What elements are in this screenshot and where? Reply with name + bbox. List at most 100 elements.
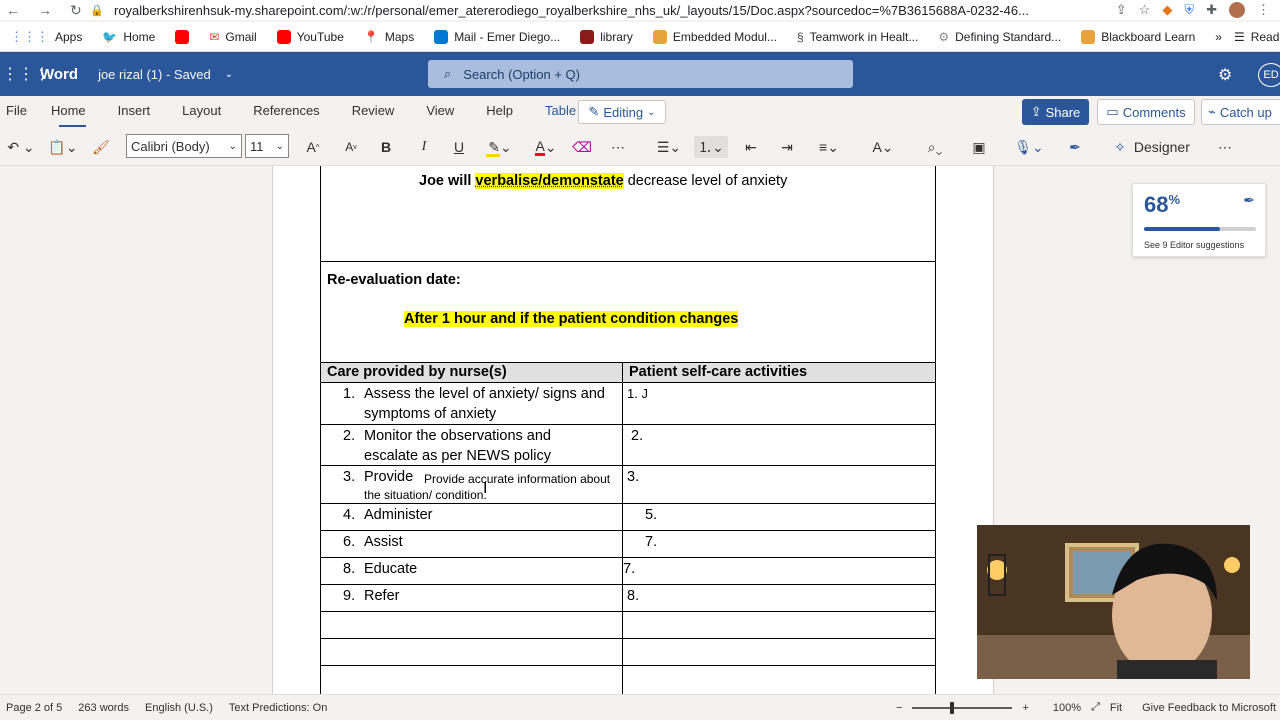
profile-icon[interactable] xyxy=(1229,2,1245,18)
undo-icon[interactable]: ↶ ⌄ xyxy=(4,136,38,158)
bookmark-apps[interactable]: ⋮⋮⋮ Apps xyxy=(0,29,92,45)
fit-button[interactable]: Fit xyxy=(1110,702,1122,714)
table-row[interactable]: 1. Assess the level of anxiety/ signs an… xyxy=(320,383,936,425)
format-painter-icon[interactable]: 🖌 xyxy=(90,136,112,158)
language[interactable]: English (U.S.) xyxy=(139,702,223,714)
zoom-out-icon[interactable]: − xyxy=(896,702,902,714)
feedback-link[interactable]: Give Feedback to Microsoft xyxy=(1142,702,1276,714)
table-row-empty[interactable] xyxy=(320,639,936,666)
editor-score-card[interactable]: 68% ✒ See 9 Editor suggestions xyxy=(1132,183,1266,257)
word-count[interactable]: 263 words xyxy=(72,702,139,714)
metamask-icon[interactable]: ◆ xyxy=(1162,2,1172,18)
more-options-icon[interactable]: ⋯ xyxy=(1214,136,1236,158)
table-row[interactable]: 3. Provide Provide accurate information … xyxy=(320,466,936,504)
fit-icon[interactable]: ⤢ xyxy=(1091,701,1100,714)
align-icon[interactable]: ≡⌄ xyxy=(812,136,846,158)
tab-home[interactable]: Home xyxy=(43,96,102,128)
zoom-in-icon[interactable]: + xyxy=(1022,702,1028,714)
page-count[interactable]: Page 2 of 5 xyxy=(0,702,72,714)
paste-icon[interactable]: 📋⌄ xyxy=(46,136,80,158)
star-icon[interactable]: ☆ xyxy=(1139,2,1151,18)
bookmark-gmail[interactable]: ✉ Gmail xyxy=(199,30,266,44)
table-row[interactable]: 2. Monitor the observations and escalate… xyxy=(320,425,936,466)
reload-icon[interactable]: ↻ xyxy=(70,2,82,19)
highlight-icon[interactable]: ✎ ⌄ xyxy=(484,136,516,158)
find-icon[interactable]: ⌕⌄ xyxy=(918,136,952,158)
bold-icon[interactable]: B xyxy=(376,136,396,158)
numbering-icon[interactable]: ⒈⌄ xyxy=(694,136,728,158)
styles-icon[interactable]: A⌄ xyxy=(866,136,900,158)
text-predictions[interactable]: Text Predictions: On xyxy=(223,702,337,714)
document-title[interactable]: joe rizal (1) - Saved xyxy=(98,67,211,82)
decrease-indent-icon[interactable]: ⇤ xyxy=(740,136,762,158)
bookmark-mail[interactable]: Mail - Emer Diego... xyxy=(424,29,570,44)
tab-help[interactable]: Help xyxy=(470,96,529,128)
table-row[interactable]: 4. Administer 5. xyxy=(320,504,936,531)
table-row[interactable]: 6. Assist 7. xyxy=(320,531,936,558)
bookmarks-overflow[interactable]: » xyxy=(1205,30,1232,44)
tab-insert[interactable]: Insert xyxy=(102,96,167,128)
bookmark-youtube[interactable]: YouTube xyxy=(267,29,354,44)
table-row[interactable]: 9. Refer 8. xyxy=(320,585,936,612)
share-icon[interactable]: ⇪ xyxy=(1116,2,1127,18)
app-launcher-icon[interactable]: ⋮⋮⋮ xyxy=(2,64,50,84)
designer-button[interactable]: ✧ Designer xyxy=(1110,136,1194,158)
bookmark-teamwork[interactable]: § Teamwork in Healt... xyxy=(787,30,928,44)
bookmark-home[interactable]: 🐦 Home xyxy=(92,30,165,44)
reevaluation-cell[interactable]: Re-evaluation date: After 1 hour and if … xyxy=(320,262,936,363)
lock-icon[interactable]: 🔒 xyxy=(90,4,104,17)
bookmark-maps[interactable]: 📍 Maps xyxy=(354,30,424,44)
tab-layout[interactable]: Layout xyxy=(166,96,237,128)
zoom-slider-thumb[interactable] xyxy=(950,701,955,714)
screen-icon[interactable]: ▣ xyxy=(968,136,990,158)
table-row-empty[interactable] xyxy=(320,612,936,639)
goal-text[interactable]: Joe will verbalise/demonstate decrease l… xyxy=(419,173,787,189)
more-icon[interactable]: ⋯ xyxy=(608,136,628,158)
font-size-select[interactable]: 11 ⌄ xyxy=(245,134,289,158)
puzzle-icon[interactable]: ✚ xyxy=(1206,2,1217,18)
bookmark-youtube-icon-only[interactable] xyxy=(165,29,199,44)
tab-view[interactable]: View xyxy=(410,96,470,128)
reading-list[interactable]: ☰ Reading List xyxy=(1232,30,1280,44)
editor-suggestions-link[interactable]: See 9 Editor suggestions xyxy=(1144,240,1244,250)
editing-mode-button[interactable]: ✎ Editing ⌄ xyxy=(578,100,666,124)
shrink-font-icon[interactable]: Av xyxy=(340,136,362,158)
address-field[interactable]: royalberkshirenhsuk-my.sharepoint.com/:w… xyxy=(114,3,1116,18)
goal-cell[interactable]: Joe will verbalise/demonstate decrease l… xyxy=(320,166,936,262)
document-page[interactable]: Joe will verbalise/demonstate decrease l… xyxy=(272,166,994,694)
editor-pen-icon[interactable]: ✒ xyxy=(1064,136,1086,158)
chevron-down-icon[interactable]: ⌄ xyxy=(225,69,233,80)
shield-icon[interactable]: ⛨ xyxy=(1184,2,1194,18)
grow-font-icon[interactable]: A ^ xyxy=(302,136,324,158)
search-box[interactable]: ⌕ Search (Option + Q) xyxy=(428,60,853,88)
italic-icon[interactable]: I xyxy=(414,136,434,158)
avatar[interactable]: ED xyxy=(1258,63,1280,87)
tab-references[interactable]: References xyxy=(237,96,335,128)
comments-button[interactable]: ▭ Comments xyxy=(1097,99,1195,125)
back-icon[interactable]: ← xyxy=(6,2,20,19)
underline-icon[interactable]: U xyxy=(449,136,469,158)
app-name[interactable]: Word xyxy=(40,66,78,83)
zoom-slider[interactable] xyxy=(912,701,1013,714)
bookmark-blackboard[interactable]: Blackboard Learn xyxy=(1071,29,1205,44)
bookmark-embedded[interactable]: Embedded Modul... xyxy=(643,29,787,44)
dictate-icon[interactable]: 🎙⌄ xyxy=(1012,136,1046,158)
bookmark-defining[interactable]: ⚙ Defining Standard... xyxy=(928,30,1071,44)
table-row-empty[interactable] xyxy=(320,666,936,694)
bookmark-library[interactable]: library xyxy=(570,29,643,44)
tab-file[interactable]: File xyxy=(0,96,43,128)
share-button[interactable]: ⇪ Share xyxy=(1022,99,1089,125)
font-color-icon[interactable]: A ⌄ xyxy=(528,136,564,158)
menu-kebab-icon[interactable]: ⋮ xyxy=(1257,2,1270,18)
forward-icon[interactable]: → xyxy=(38,2,52,19)
bullets-icon[interactable]: ☰⌄ xyxy=(652,136,686,158)
zoom-level[interactable]: 100% xyxy=(1053,702,1081,714)
share-icon: ⇪ xyxy=(1030,104,1042,119)
table-row[interactable]: 8. Educate 7. xyxy=(320,558,936,585)
catch-up-button[interactable]: ⌁ Catch up xyxy=(1201,99,1280,125)
clear-formatting-icon[interactable]: ⌫ xyxy=(572,136,592,158)
tab-review[interactable]: Review xyxy=(336,96,411,128)
increase-indent-icon[interactable]: ⇥ xyxy=(776,136,798,158)
gear-icon[interactable]: ⚙ xyxy=(1218,65,1232,85)
font-name-select[interactable]: Calibri (Body) ⌄ xyxy=(126,134,242,158)
